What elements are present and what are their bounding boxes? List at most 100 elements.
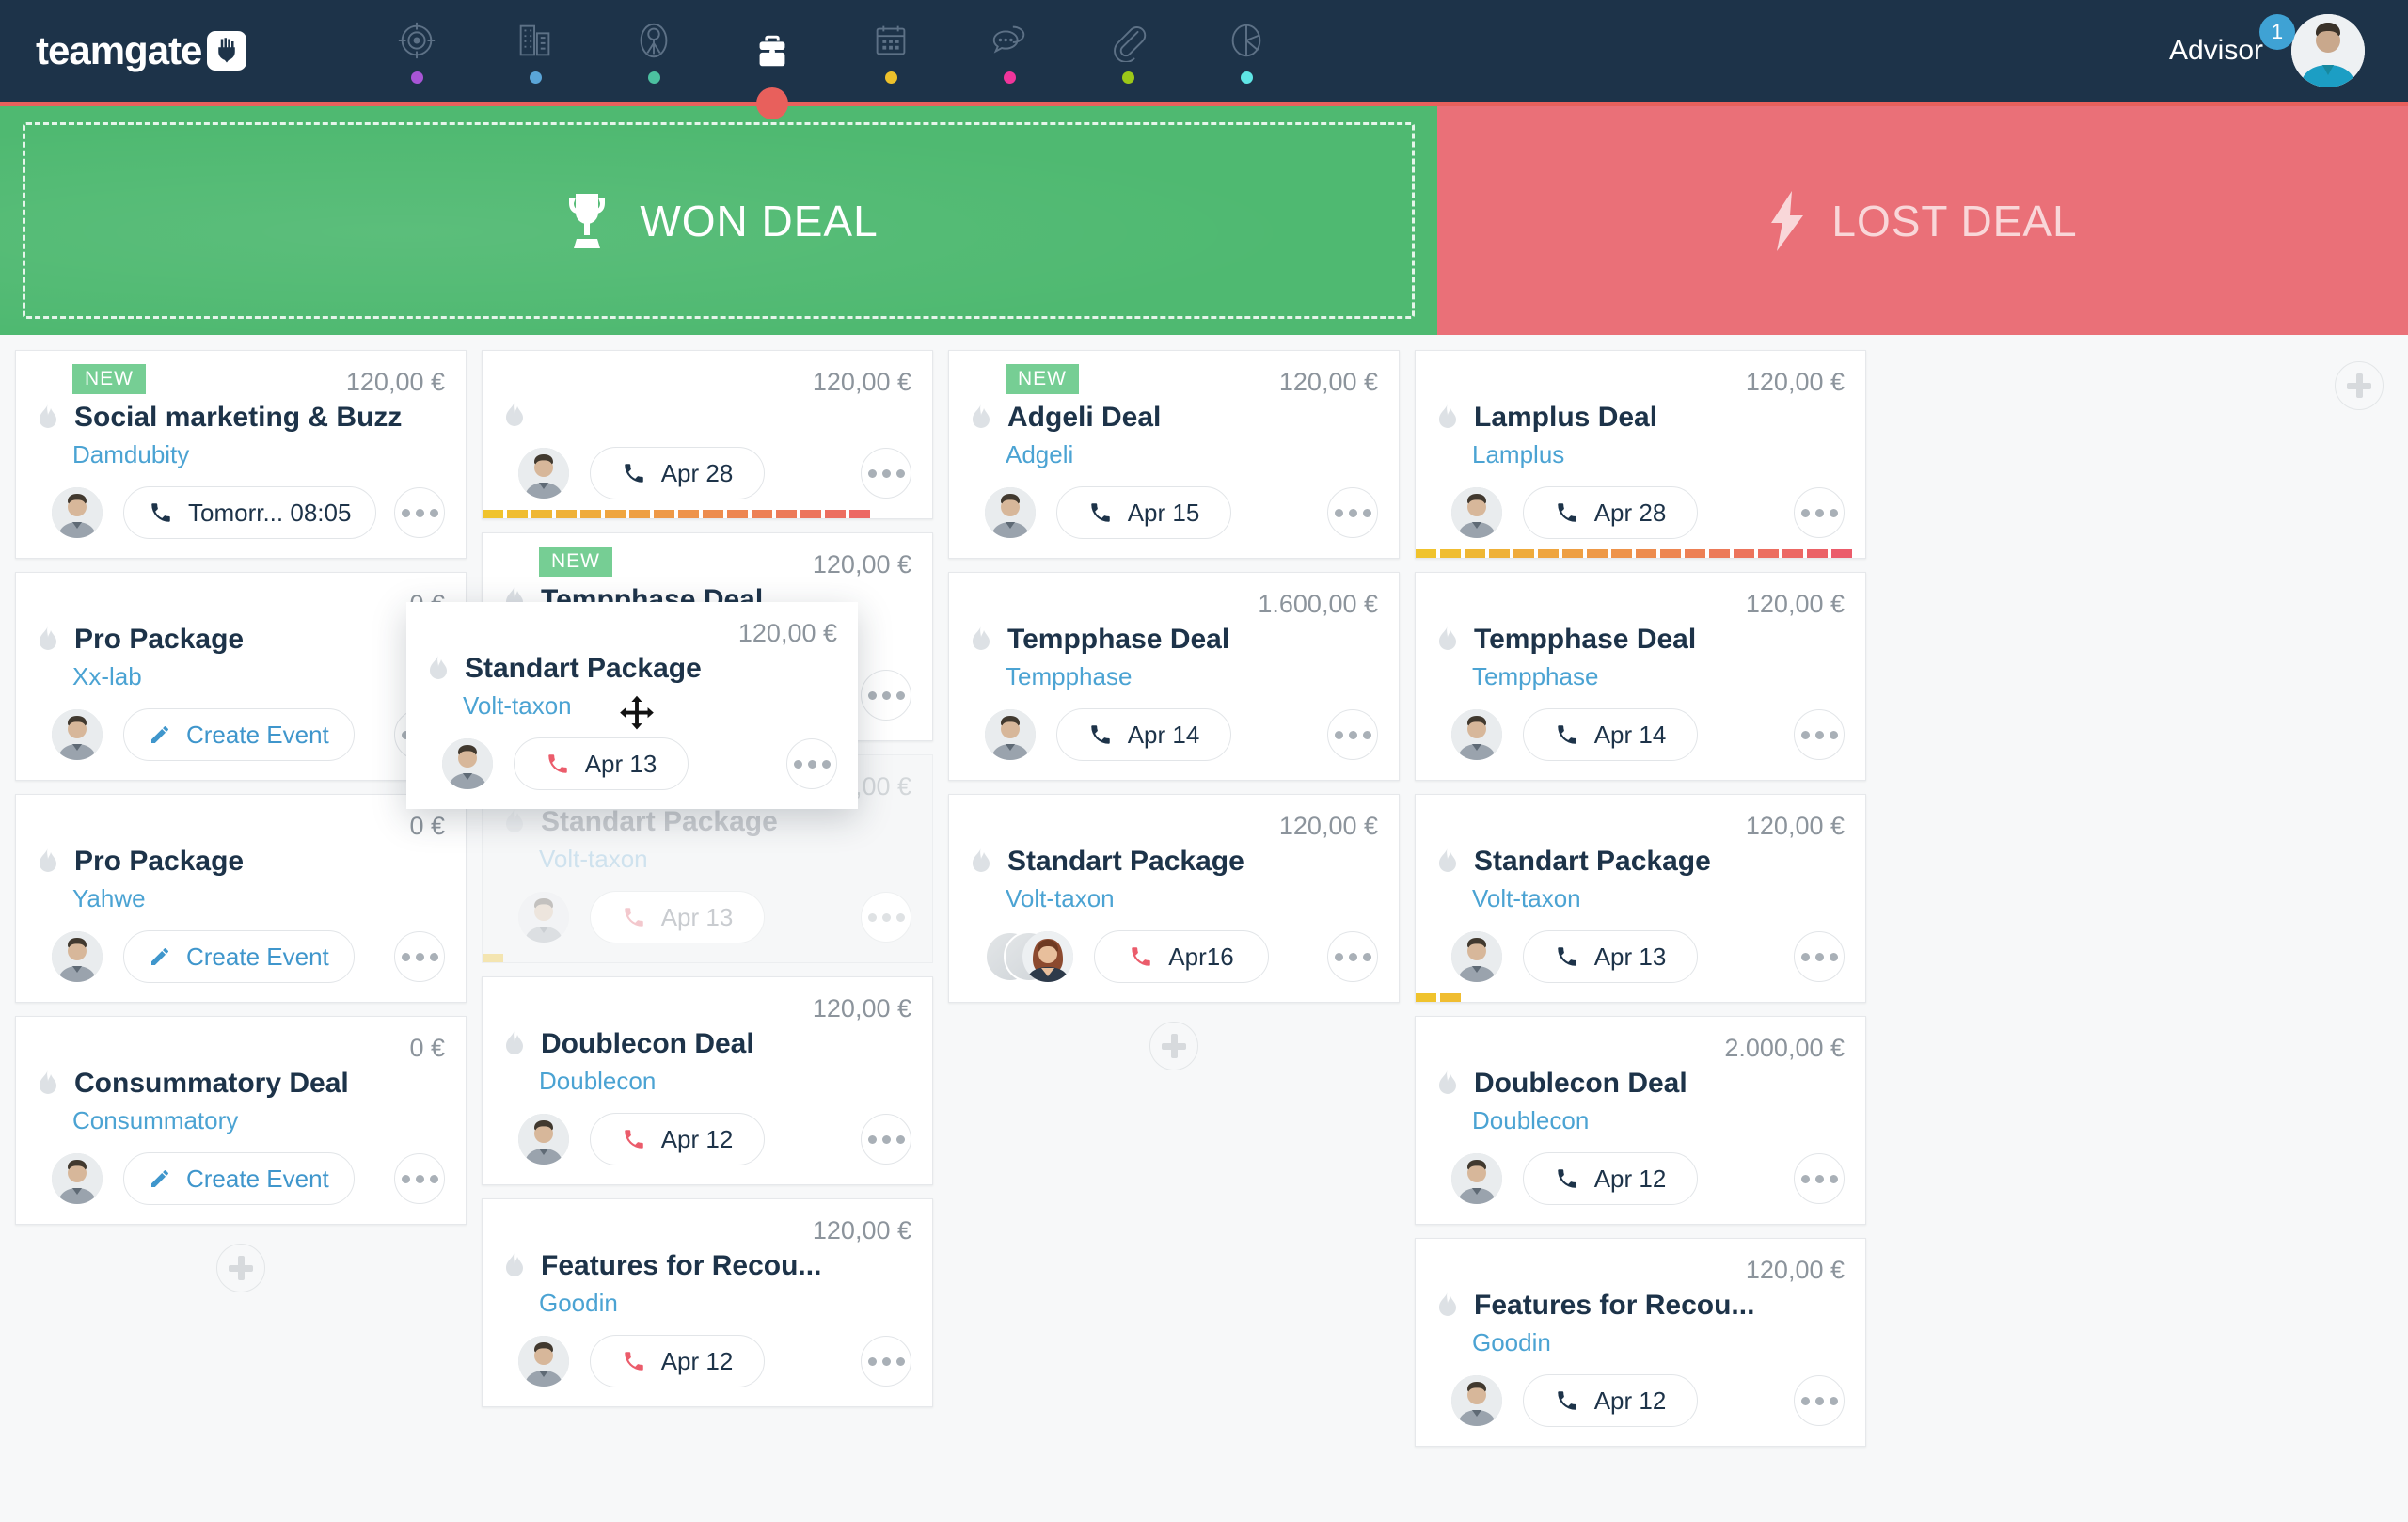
assignee-avatars[interactable] — [52, 487, 103, 538]
nav-item-deals[interactable] — [743, 0, 801, 102]
more-icon[interactable] — [394, 931, 445, 982]
call-task-button[interactable]: Apr 12 — [590, 1113, 765, 1165]
create-event-button[interactable]: Create Event — [123, 930, 355, 983]
deal-card[interactable]: NEW 120,00 € Adgeli Deal Adgeli Apr 15 — [948, 350, 1400, 559]
nav-item-insights[interactable] — [1217, 0, 1275, 102]
call-task-button[interactable]: Apr 28 — [590, 447, 765, 499]
call-task-button[interactable]: Apr 14 — [1523, 708, 1698, 761]
more-icon[interactable] — [861, 670, 911, 721]
nav-item-leads[interactable] — [388, 0, 446, 102]
deal-company[interactable]: Tempphase — [1006, 662, 1378, 691]
assignee-avatars[interactable] — [985, 709, 1036, 760]
deal-card[interactable]: NEW 120,00 € Social marketing & Buzz Damdub… — [15, 350, 467, 559]
assignee-avatars[interactable] — [518, 1114, 569, 1165]
more-icon[interactable] — [861, 1336, 911, 1387]
nav-item-companies[interactable] — [506, 0, 564, 102]
deal-card[interactable]: 0 € Consummatory Deal Consummatory Create E… — [15, 1016, 467, 1225]
more-icon[interactable] — [786, 738, 837, 789]
deal-company[interactable]: Adgeli — [1006, 440, 1378, 469]
more-icon[interactable] — [1794, 931, 1845, 982]
deal-company[interactable]: Goodin — [1472, 1328, 1845, 1357]
add-column-button[interactable] — [2335, 356, 2384, 410]
assignee-avatars[interactable] — [1451, 931, 1502, 982]
nav-item-calendar[interactable] — [862, 0, 920, 102]
more-icon[interactable] — [394, 487, 445, 538]
deal-card[interactable]: 0 € Pro Package Yahwe Create Event — [15, 794, 467, 1003]
more-icon[interactable] — [1794, 709, 1845, 760]
add-card-button[interactable] — [216, 1244, 265, 1292]
user-area[interactable]: Advisor 1 — [2169, 14, 2372, 87]
assignee-avatars[interactable] — [1451, 1375, 1502, 1426]
more-icon[interactable] — [861, 448, 911, 499]
call-task-button[interactable]: Apr 28 — [1523, 486, 1698, 539]
call-task-button[interactable]: Apr 12 — [1523, 1374, 1698, 1427]
app-logo[interactable]: teamgate — [36, 28, 247, 73]
call-task-button[interactable]: Apr 13 — [590, 891, 765, 943]
nav-item-files[interactable] — [1099, 0, 1157, 102]
more-icon[interactable] — [1794, 1153, 1845, 1204]
deal-card[interactable]: 1.600,00 € Tempphase Deal Tempphase Apr 14 — [948, 572, 1400, 781]
deal-company[interactable]: Goodin — [539, 1289, 911, 1318]
add-card-button[interactable] — [1149, 1022, 1198, 1070]
deal-company[interactable]: Volt-taxon — [539, 845, 911, 874]
create-event-button[interactable]: Create Event — [123, 708, 355, 761]
deal-card[interactable]: 120,00 € Doublecon Deal Doublecon Apr 12 — [482, 976, 933, 1185]
more-icon[interactable] — [1794, 1375, 1845, 1426]
nav-item-contacts[interactable] — [625, 0, 683, 102]
more-icon[interactable] — [1327, 487, 1378, 538]
more-icon[interactable] — [1327, 931, 1378, 982]
assignee-avatars[interactable] — [442, 738, 493, 789]
deal-company[interactable]: Volt-taxon — [1006, 884, 1378, 913]
assignee-avatars[interactable] — [518, 892, 569, 943]
more-icon[interactable] — [1327, 709, 1378, 760]
more-icon[interactable] — [1794, 487, 1845, 538]
assignee-avatars[interactable] — [985, 931, 1073, 982]
deal-card[interactable]: 120,00 € Apr 28 — [482, 350, 933, 519]
deal-company[interactable]: Lamplus — [1472, 440, 1845, 469]
call-task-button[interactable]: Apr 12 — [1523, 1152, 1698, 1205]
deal-company[interactable]: Tempphase — [1472, 662, 1845, 691]
assignee-avatars[interactable] — [52, 1153, 103, 1204]
notification-badge[interactable]: 1 — [2259, 14, 2295, 50]
deal-card[interactable]: 120,00 € Standart Package Volt-taxon Apr 13 — [1415, 794, 1866, 1003]
more-icon[interactable] — [394, 1153, 445, 1204]
deal-company[interactable]: Yahwe — [72, 884, 445, 913]
call-task-button[interactable]: Apr 15 — [1056, 486, 1231, 539]
assignee-avatars[interactable] — [985, 487, 1036, 538]
deal-company[interactable]: Volt-taxon — [1472, 884, 1845, 913]
deal-card[interactable]: 120,00 € Standart Package Volt-taxon Apr16 — [948, 794, 1400, 1003]
assignee-avatars[interactable] — [1451, 487, 1502, 538]
user-menu[interactable]: Advisor 1 — [2169, 14, 2295, 67]
avatar[interactable] — [2291, 14, 2365, 87]
create-event-button[interactable]: Create Event — [123, 1152, 355, 1205]
call-task-button[interactable]: Apr 13 — [1523, 930, 1698, 983]
assignee-avatars[interactable] — [52, 709, 103, 760]
deal-company[interactable]: Doublecon — [1472, 1106, 1845, 1135]
nav-item-conversations[interactable] — [980, 0, 1038, 102]
call-task-button[interactable]: Tomorr... 08:05 — [123, 486, 377, 539]
deal-card[interactable]: 120,00 € Lamplus Deal Lamplus Apr 28 — [1415, 350, 1866, 559]
deal-card[interactable]: 2.000,00 € Doublecon Deal Doublecon Apr 12 — [1415, 1016, 1866, 1225]
assignee-avatars[interactable] — [518, 448, 569, 499]
deal-card[interactable]: 120,00 € Features for Recou... Goodin Apr 1… — [1415, 1238, 1866, 1447]
more-icon[interactable] — [861, 1114, 911, 1165]
deal-company[interactable]: Doublecon — [539, 1067, 911, 1096]
more-icon[interactable] — [861, 892, 911, 943]
deal-card[interactable]: 0 € Pro Package Xx-lab Create Event — [15, 572, 467, 781]
assignee-avatars[interactable] — [1451, 1153, 1502, 1204]
deal-card[interactable]: 120,00 € Features for Recou... Goodin Apr 1… — [482, 1198, 933, 1407]
deal-company[interactable]: Xx-lab — [72, 662, 445, 691]
assignee-avatars[interactable] — [1451, 709, 1502, 760]
call-task-button[interactable]: Apr 14 — [1056, 708, 1231, 761]
call-task-button[interactable]: Apr 13 — [514, 737, 689, 790]
deal-card[interactable]: 120,00 € Tempphase Deal Tempphase Apr 14 — [1415, 572, 1866, 781]
assignee-avatars[interactable] — [52, 931, 103, 982]
deal-company[interactable]: Consummatory — [72, 1106, 445, 1135]
call-task-button[interactable]: Apr 12 — [590, 1335, 765, 1387]
assignee-avatars[interactable] — [518, 1336, 569, 1387]
lost-deal-dropzone[interactable]: LOST DEAL — [1437, 102, 2408, 335]
call-task-button[interactable]: Apr16 — [1094, 930, 1269, 983]
dragged-deal-card[interactable]: 120,00 € Standart Package Volt-taxon Apr 13 — [406, 602, 858, 809]
deal-company[interactable]: Damdubity — [72, 440, 445, 469]
won-deal-dropzone[interactable]: WON DEAL — [0, 102, 1437, 335]
